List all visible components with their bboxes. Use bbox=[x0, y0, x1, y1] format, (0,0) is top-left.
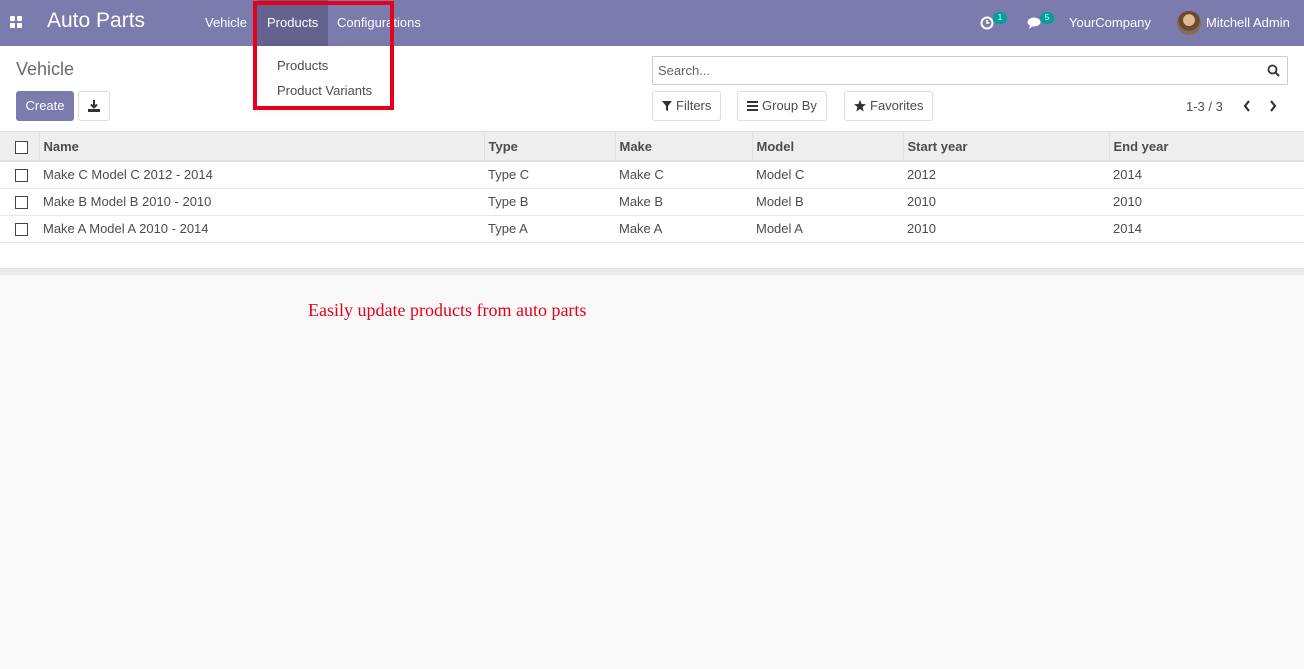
column-header-type[interactable]: Type bbox=[484, 132, 616, 162]
row-checkbox[interactable] bbox=[15, 169, 28, 183]
top-navbar: Auto Parts Vehicle Products Configuratio… bbox=[0, 0, 1304, 46]
cell-start-year[interactable]: 2012 bbox=[903, 161, 1109, 189]
menu-configurations[interactable]: Configurations bbox=[327, 0, 431, 46]
favorites-button[interactable]: Favorites bbox=[844, 91, 934, 121]
cell-type[interactable]: Type A bbox=[484, 215, 615, 243]
cell-name[interactable]: Make C Model C 2012 - 2014 bbox=[39, 161, 484, 189]
row-select-cell bbox=[0, 215, 39, 243]
table-row[interactable]: Make C Model C 2012 - 2014 Type C Make C… bbox=[0, 161, 1304, 189]
cell-start-year[interactable]: 2010 bbox=[903, 215, 1109, 243]
cell-model[interactable]: Model C bbox=[752, 161, 903, 189]
breadcrumb: Vehicle bbox=[16, 59, 75, 79]
table-header-row: Name Type Make Model Start year End year bbox=[0, 132, 1304, 162]
empty-row bbox=[0, 242, 1304, 268]
dropdown-item-product-variants[interactable]: Product Variants bbox=[277, 83, 372, 98]
row-checkbox[interactable] bbox=[15, 196, 28, 210]
filters-button[interactable]: Filters bbox=[652, 91, 722, 121]
select-all-cell bbox=[0, 132, 40, 162]
pager-value[interactable]: 1-3 / 3 bbox=[1186, 99, 1223, 114]
user-menu[interactable]: Mitchell Admin bbox=[1206, 0, 1290, 46]
cell-model[interactable]: Model B bbox=[752, 188, 903, 216]
products-dropdown-menu: Products Product Variants bbox=[257, 46, 390, 106]
row-checkbox[interactable] bbox=[15, 223, 28, 237]
control-panel: Vehicle Create Filters Group By Favorite… bbox=[0, 46, 1304, 132]
row-select-cell bbox=[0, 161, 39, 189]
cell-start-year[interactable]: 2010 bbox=[903, 188, 1109, 216]
group-by-button[interactable]: Group By bbox=[737, 91, 827, 121]
cell-name[interactable]: Make B Model B 2010 - 2010 bbox=[39, 188, 484, 216]
column-header-start-year[interactable]: Start year bbox=[903, 132, 1110, 162]
cell-end-year[interactable]: 2014 bbox=[1109, 215, 1304, 243]
table-row[interactable]: Make B Model B 2010 - 2010 Type B Make B… bbox=[0, 188, 1304, 216]
menu-products[interactable]: Products bbox=[257, 0, 329, 46]
cell-make[interactable]: Make C bbox=[615, 161, 752, 189]
row-select-cell bbox=[0, 188, 39, 216]
chevron-right-icon[interactable] bbox=[1268, 99, 1278, 113]
list-icon bbox=[747, 101, 758, 111]
vehicle-list-table: Name Type Make Model Start year End year… bbox=[0, 132, 1304, 268]
cell-end-year[interactable]: 2010 bbox=[1109, 188, 1304, 216]
table-footer bbox=[0, 268, 1304, 275]
clock-icon bbox=[980, 16, 994, 30]
cell-make[interactable]: Make B bbox=[615, 188, 752, 216]
search-input[interactable] bbox=[658, 63, 1248, 78]
menu-vehicle[interactable]: Vehicle bbox=[195, 0, 257, 46]
download-button[interactable] bbox=[78, 91, 110, 121]
company-switcher[interactable]: YourCompany bbox=[1069, 0, 1151, 46]
column-header-end-year[interactable]: End year bbox=[1109, 132, 1304, 162]
user-avatar[interactable] bbox=[1177, 11, 1201, 35]
cell-model[interactable]: Model A bbox=[752, 215, 903, 243]
cell-make[interactable]: Make A bbox=[615, 215, 752, 243]
star-icon bbox=[854, 100, 866, 112]
chevron-left-icon[interactable] bbox=[1242, 99, 1252, 113]
annotation-text: Easily update products from auto parts bbox=[308, 300, 587, 320]
favorites-label: Favorites bbox=[870, 98, 924, 113]
dropdown-item-products[interactable]: Products bbox=[277, 58, 328, 73]
select-all-checkbox[interactable] bbox=[15, 140, 28, 154]
apps-menu-icon[interactable] bbox=[10, 16, 23, 28]
table-row[interactable]: Make A Model A 2010 - 2014 Type A Make A… bbox=[0, 215, 1304, 243]
cell-name[interactable]: Make A Model A 2010 - 2014 bbox=[39, 215, 484, 243]
filter-icon bbox=[662, 101, 672, 111]
column-header-make[interactable]: Make bbox=[615, 132, 753, 162]
download-icon bbox=[88, 100, 100, 112]
cell-type[interactable]: Type B bbox=[484, 188, 615, 216]
app-title[interactable]: Auto Parts bbox=[47, 9, 145, 33]
group-by-label: Group By bbox=[762, 98, 817, 113]
column-header-name[interactable]: Name bbox=[39, 132, 485, 162]
search-bar bbox=[652, 56, 1288, 85]
message-count-badge: 5 bbox=[1040, 12, 1054, 24]
cell-end-year[interactable]: 2014 bbox=[1109, 161, 1304, 189]
column-header-model[interactable]: Model bbox=[752, 132, 904, 162]
activity-count-badge: 1 bbox=[993, 12, 1007, 24]
cell-type[interactable]: Type C bbox=[484, 161, 615, 189]
create-button[interactable]: Create bbox=[16, 91, 74, 121]
filters-label: Filters bbox=[676, 98, 712, 113]
search-icon[interactable] bbox=[1267, 64, 1280, 77]
